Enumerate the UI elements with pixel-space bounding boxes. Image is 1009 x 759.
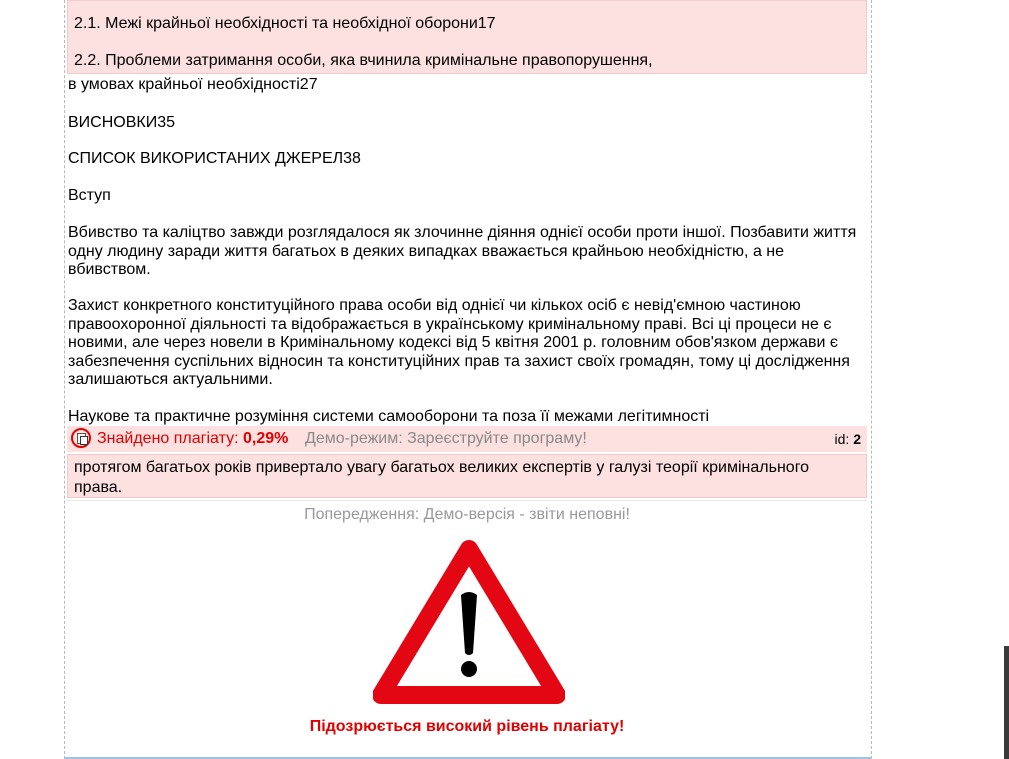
plagiarism-found-label: Знайдено плагіату:: [97, 430, 243, 447]
toc-item-2-2-cont[interactable]: в умовах крайньої необхідності27: [68, 76, 318, 94]
high-plagiarism-alert: Підозрюється високий рівень плагіату!: [309, 718, 625, 735]
demo-warning-panel: Попередження: Демо-версія - звіти неповн…: [67, 500, 867, 759]
warning-triangle-icon: [373, 540, 565, 704]
intro-paragraph-3: Наукове та практичне розуміння системи с…: [68, 408, 710, 425]
document-page: 2.1. Межі крайньої необхідності та необх…: [64, 0, 872, 759]
plagiarism-found-bar: Знайдено плагіату: 0,29% Демо-режим: Зар…: [67, 426, 867, 452]
intro-paragraph-2: Захист конкретного конституційного права…: [68, 297, 850, 388]
matched-text-block: протягом багатьох років привертало увагу…: [67, 454, 867, 498]
match-id-value: 2: [853, 431, 861, 447]
toc-highlight-block: 2.1. Межі крайньої необхідності та необх…: [67, 0, 867, 74]
demo-mode-notice[interactable]: Демо-режим: Зареєструйте програму!: [305, 430, 587, 448]
matched-text: протягом багатьох років привертало увагу…: [74, 459, 810, 496]
toc-sources[interactable]: СПИСОК ВИКОРИСТАНИХ ДЖЕРЕЛ38: [68, 150, 361, 168]
scrollbar-thumb[interactable]: [1004, 646, 1009, 759]
match-id: id: 2: [835, 431, 861, 447]
intro-heading: Вступ: [68, 187, 111, 204]
match-id-label: id:: [834, 431, 854, 447]
intro-paragraph-1: Вбивство та каліцтво завжди розглядалося…: [68, 224, 857, 278]
toc-item-2-1[interactable]: 2.1. Межі крайньої необхідності та необх…: [74, 15, 496, 33]
toc-item-2-2[interactable]: 2.2. Проблеми затримання особи, яка вчин…: [74, 52, 653, 70]
plagiarism-percent: 0,29%: [242, 430, 289, 447]
plagiarism-copy-icon[interactable]: [71, 428, 91, 448]
demo-warning-title: Попередження: Демо-версія - звіти неповн…: [304, 506, 630, 523]
toc-conclusions[interactable]: ВИСНОВКИ35: [68, 114, 175, 132]
plagiarism-found-text: Знайдено плагіату: 0,29%: [97, 430, 288, 448]
